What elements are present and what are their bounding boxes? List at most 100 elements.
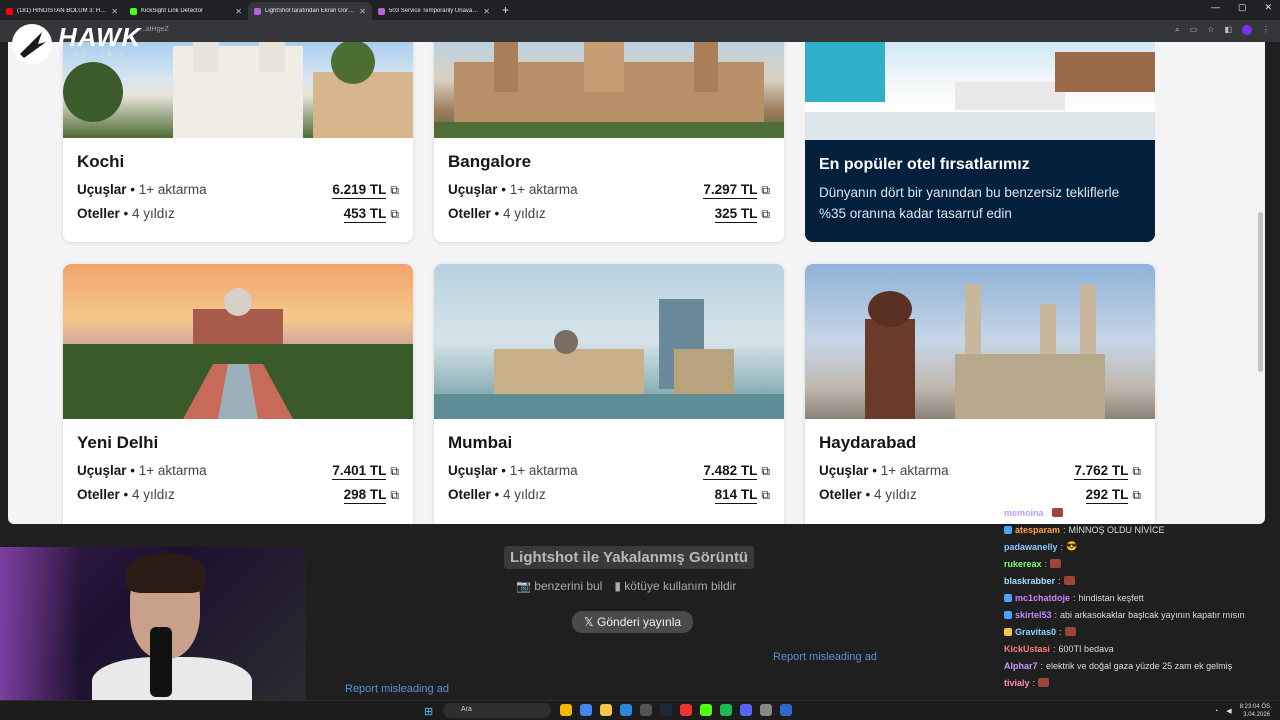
discord-icon[interactable] <box>740 704 752 716</box>
menu-icon[interactable]: ⋮ <box>1262 25 1270 35</box>
destination-image <box>434 42 784 138</box>
hotel-price-link[interactable]: 325 TL ⧉ <box>714 206 770 223</box>
taskbar-search[interactable]: Ara <box>443 703 551 718</box>
chat-message: atesparam: MİNNOŞ OLDU NİVİCE <box>1004 521 1280 538</box>
report-abuse-link[interactable]: ▮ kötüye kullanım bildir <box>614 579 736 593</box>
kick-icon <box>130 7 137 15</box>
badge-icon <box>1004 610 1012 619</box>
chat-message: rukereax : <box>1004 555 1280 572</box>
chat-message: tivialy : <box>1004 674 1280 691</box>
bookmark-star-icon[interactable]: ☆ <box>1207 25 1214 35</box>
flight-price-link[interactable]: 7.482 TL ⧉ <box>703 463 770 480</box>
url-field[interactable]: ...atHgeZ <box>140 26 169 33</box>
badge-icon <box>1004 525 1012 534</box>
browser-tab-active[interactable]: LightShot tarafından Ekran Görüntüsü✕ <box>248 2 372 20</box>
external-link-icon: ⧉ <box>761 464 770 478</box>
chat-message: KickUstasi: 600TI bedava <box>1004 643 1114 654</box>
destination-card-mumbai[interactable]: Mumbai Uçuşlar • 1+ aktarma 7.482 TL ⧉ Ot… <box>434 264 784 524</box>
minimize-icon[interactable]: — <box>1211 2 1220 13</box>
report-misleading-ad-link[interactable]: Report misleading ad <box>345 683 449 695</box>
emote-icon <box>1063 576 1075 585</box>
close-tab-icon[interactable]: ✕ <box>359 7 366 16</box>
destination-image <box>805 264 1155 419</box>
hotel-price-link[interactable]: 453 TL ⧉ <box>343 206 399 223</box>
kick-icon[interactable] <box>700 704 712 716</box>
external-link-icon: ⧉ <box>390 488 399 502</box>
promo-text: Dünyanın dört bir yanından bu benzersiz … <box>819 185 1120 221</box>
browser-tab[interactable]: KickSight Link Detector ✕ <box>124 2 248 20</box>
close-tab-icon[interactable]: ✕ <box>483 7 490 16</box>
screenshot-content: Kochi Uçuşlar • 1+ aktarma 6.219 TL ⧉ Ote… <box>8 42 1265 524</box>
clock[interactable]: 8:23:04 ÖS 3.04.2026 <box>1240 703 1270 719</box>
app-icon[interactable] <box>780 704 792 716</box>
page-scrollbar[interactable] <box>1258 212 1263 372</box>
steam-icon[interactable] <box>660 704 672 716</box>
hotel-price-link[interactable]: 298 TL ⧉ <box>343 487 399 504</box>
destination-image <box>63 264 413 419</box>
hotels-row: Oteller • 4 yıldız 298 TL ⧉ <box>77 487 399 504</box>
browser-tab[interactable]: 503 Service Temporarily Unavailable ✕ <box>372 2 496 20</box>
hawk-logo-icon <box>12 24 52 64</box>
app-icon[interactable] <box>680 704 692 716</box>
emote-icon <box>1038 678 1050 687</box>
close-window-icon[interactable]: ✕ <box>1264 2 1272 13</box>
emote-icon <box>1052 508 1064 517</box>
microphone <box>150 627 172 697</box>
hotel-price-link[interactable]: 292 TL ⧉ <box>1085 487 1141 504</box>
hotels-row: Oteller • 4 yıldız 292 TL ⧉ <box>819 487 1141 504</box>
chat-message: mc1chatdoje: hindistan keşfett <box>1004 589 1280 606</box>
edge-icon[interactable] <box>620 704 632 716</box>
app-icon[interactable] <box>760 704 772 716</box>
promo-title: En popüler otel fırsatlarımız <box>819 156 1030 173</box>
destination-image <box>434 264 784 419</box>
volume-icon[interactable]: ◀ <box>1226 707 1231 715</box>
external-link-icon: ⧉ <box>1132 464 1141 478</box>
external-link-icon: ⧉ <box>1132 488 1141 502</box>
youtube-icon <box>6 7 13 15</box>
flight-price-link[interactable]: 7.762 TL ⧉ <box>1074 463 1141 480</box>
hotel-price-link[interactable]: 814 TL ⧉ <box>714 487 770 504</box>
address-bar: ...atHgeZ ⌕ ▭ ☆ ◧ ⋮ <box>0 20 1280 42</box>
post-tweet-button[interactable]: 𝕏 Gönderi yayınla <box>572 611 694 633</box>
taskbar-apps <box>560 704 792 716</box>
destination-card-kochi[interactable]: Kochi Uçuşlar • 1+ aktarma 6.219 TL ⧉ Ote… <box>63 42 413 242</box>
find-similar-link[interactable]: 📷 benzerini bul <box>516 579 602 593</box>
flights-row: Uçuşlar • 1+ aktarma 7.401 TL ⧉ <box>77 463 399 480</box>
hotels-row: Oteller • 4 yıldız 814 TL ⧉ <box>448 487 770 504</box>
wifi-icon[interactable]: ◔ <box>1214 708 1218 715</box>
emote-icon <box>1064 627 1076 636</box>
flights-row: Uçuşlar • 1+ aktarma 6.219 TL ⧉ <box>77 182 399 199</box>
browser-tab[interactable]: (181) HİNDİSTAN BÖLÜM 3: HIN... ✕ <box>0 2 124 20</box>
flight-price-link[interactable]: 6.219 TL ⧉ <box>332 182 399 199</box>
stream-logo-overlay: HAWK SIMDI SAIS <box>12 22 142 66</box>
flight-price-link[interactable]: 7.297 TL ⧉ <box>703 182 770 199</box>
folder-icon[interactable] <box>600 704 612 716</box>
promo-image <box>805 42 1155 140</box>
report-misleading-ad-link[interactable]: Report misleading ad <box>773 651 877 663</box>
windows-start-icon[interactable]: ⊞ <box>424 705 433 718</box>
destination-card-bangalore[interactable]: Bangalore Uçuşlar • 1+ aktarma 7.297 TL ⧉… <box>434 42 784 242</box>
system-tray: ◔ ◀ 8:23:04 ÖS 3.04.2026 <box>1214 703 1270 719</box>
zoom-icon[interactable]: ⌕ <box>1175 25 1179 35</box>
hotels-row: Oteller • 4 yıldız 325 TL ⧉ <box>448 206 770 223</box>
close-tab-icon[interactable]: ✕ <box>111 7 118 16</box>
chat-message: skirtel53: abi arkasokaklar başlcak yayı… <box>1004 606 1280 623</box>
close-tab-icon[interactable]: ✕ <box>235 7 242 16</box>
destination-card-yeni-delhi[interactable]: Yeni Delhi Uçuşlar • 1+ aktarma 7.401 TL… <box>63 264 413 524</box>
cast-icon[interactable]: ▭ <box>1190 25 1198 35</box>
lightshot-icon <box>378 7 385 15</box>
flight-price-link[interactable]: 7.401 TL ⧉ <box>332 463 399 480</box>
maximize-icon[interactable]: ▢ <box>1238 2 1247 13</box>
app-icon[interactable] <box>640 704 652 716</box>
profile-avatar[interactable] <box>1242 25 1252 35</box>
new-tab-icon[interactable]: + <box>502 3 509 17</box>
hotel-deals-promo[interactable]: En popüler otel fırsatlarımız Dünyanın d… <box>805 42 1155 242</box>
chrome-icon[interactable] <box>580 704 592 716</box>
spotify-icon[interactable] <box>720 704 732 716</box>
camera-icon: 📷 <box>516 579 535 593</box>
extensions-icon[interactable]: ◧ <box>1224 25 1232 35</box>
chat-message: Gravitas0 : <box>1004 623 1280 640</box>
destination-card-haydarabad[interactable]: Haydarabad Uçuşlar • 1+ aktarma 7.762 TL… <box>805 264 1155 524</box>
file-explorer-icon[interactable] <box>560 704 572 716</box>
stream-chat-overlay: memoina : atesparam: MİNNOŞ OLDU NİVİCE … <box>1004 504 1280 700</box>
